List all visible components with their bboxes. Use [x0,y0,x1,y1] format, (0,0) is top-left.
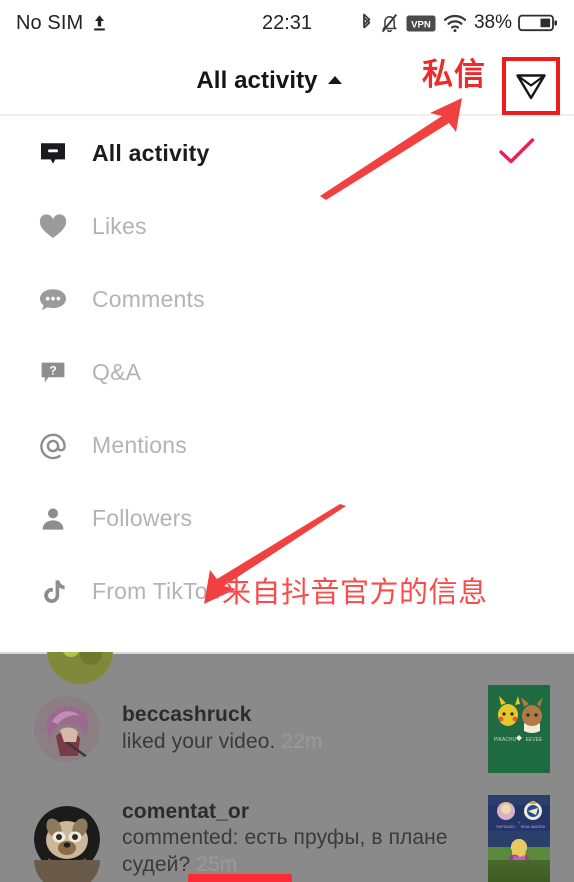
tiktok-note-icon [36,575,70,609]
heart-icon [36,210,70,244]
menu-item-label: From TikTok [92,578,220,604]
battery-percent-label: 38% [473,12,512,33]
notification-body: liked your video. 22m [122,729,472,756]
clock-label: 22:31 [261,11,313,34]
menu-item-label: Likes [92,213,147,239]
carrier-label: No SIM [16,11,84,34]
question-bubble-icon: ? [36,356,70,390]
svg-text:EEVEE: EEVEE [526,737,543,743]
svg-text:REAL MADRID: REAL MADRID [521,825,546,829]
svg-text:VPN: VPN [411,19,431,30]
menu-item-likes[interactable]: Likes [0,190,574,263]
status-bar: No SIM 22:31 VPN 38% [0,0,574,46]
svg-text:RAPUNZEL: RAPUNZEL [496,825,515,829]
person-icon [36,502,70,536]
activity-bubble-icon [36,137,70,171]
activity-filter-dropdown[interactable]: All activity [196,66,342,95]
comment-bubble-icon [36,283,70,317]
svg-text:PIKACHU: PIKACHU [494,737,517,743]
vpn-badge-icon: VPN [406,15,436,32]
menu-item-label: All activity [92,140,210,166]
header-divider [0,114,574,116]
send-button-highlight-box [502,57,560,115]
video-thumbnail[interactable]: PIKACHU EEVEE [488,685,550,773]
status-bar-left: No SIM [16,12,107,35]
caret-up-icon [327,75,342,84]
bluetooth-icon [360,13,373,33]
menu-item-label: Q&A [92,359,142,385]
menu-item-comments[interactable]: Comments [0,263,574,336]
follow-button-partial[interactable] [188,874,292,882]
video-thumbnail-partial[interactable] [488,860,550,882]
selected-check-icon [498,136,536,171]
menu-item-label: Comments [92,286,205,312]
tiktok-activity-screen: No SIM 22:31 VPN 38% All activity 私信 All… [0,0,574,882]
notification-text: beccashruck liked your video. 22m [122,702,472,755]
battery-icon [518,13,558,33]
menu-item-qa[interactable]: ? Q&A [0,336,574,409]
menu-item-label: Mentions [92,432,187,458]
wifi-icon [443,13,467,33]
notification-username[interactable]: beccashruck [122,702,472,728]
avatar[interactable] [34,696,100,762]
page-title: All activity [196,66,318,94]
annotation-direct-message-label: 私信 [422,57,486,93]
notification-time: 22m [281,729,323,753]
annotation-from-tiktok-label: 来自抖音官方的信息 [222,575,488,609]
svg-text:?: ? [49,363,56,377]
notification-row-partial[interactable] [0,860,574,882]
menu-item-mentions[interactable]: Mentions [0,409,574,482]
notification-action: liked your video. [122,729,276,753]
menu-item-followers[interactable]: Followers [0,482,574,555]
notification-list-dimmed[interactable]: beccashruck liked your video. 22m PIKACH… [0,652,574,882]
upload-arrow-icon [92,14,107,32]
at-mention-icon [36,429,70,463]
menu-item-all-activity[interactable]: All activity [0,117,574,190]
activity-filter-menu: All activity Likes Comments ? Q&A Mentio… [0,117,574,628]
menu-item-label: Followers [92,505,193,531]
page-header: All activity [0,46,574,115]
status-bar-right: VPN 38% [360,12,558,34]
notification-username[interactable]: comentat_or [122,799,472,825]
avatar[interactable] [34,860,100,882]
bell-muted-icon [380,13,399,33]
notification-row[interactable]: beccashruck liked your video. 22m PIKACH… [0,674,574,784]
